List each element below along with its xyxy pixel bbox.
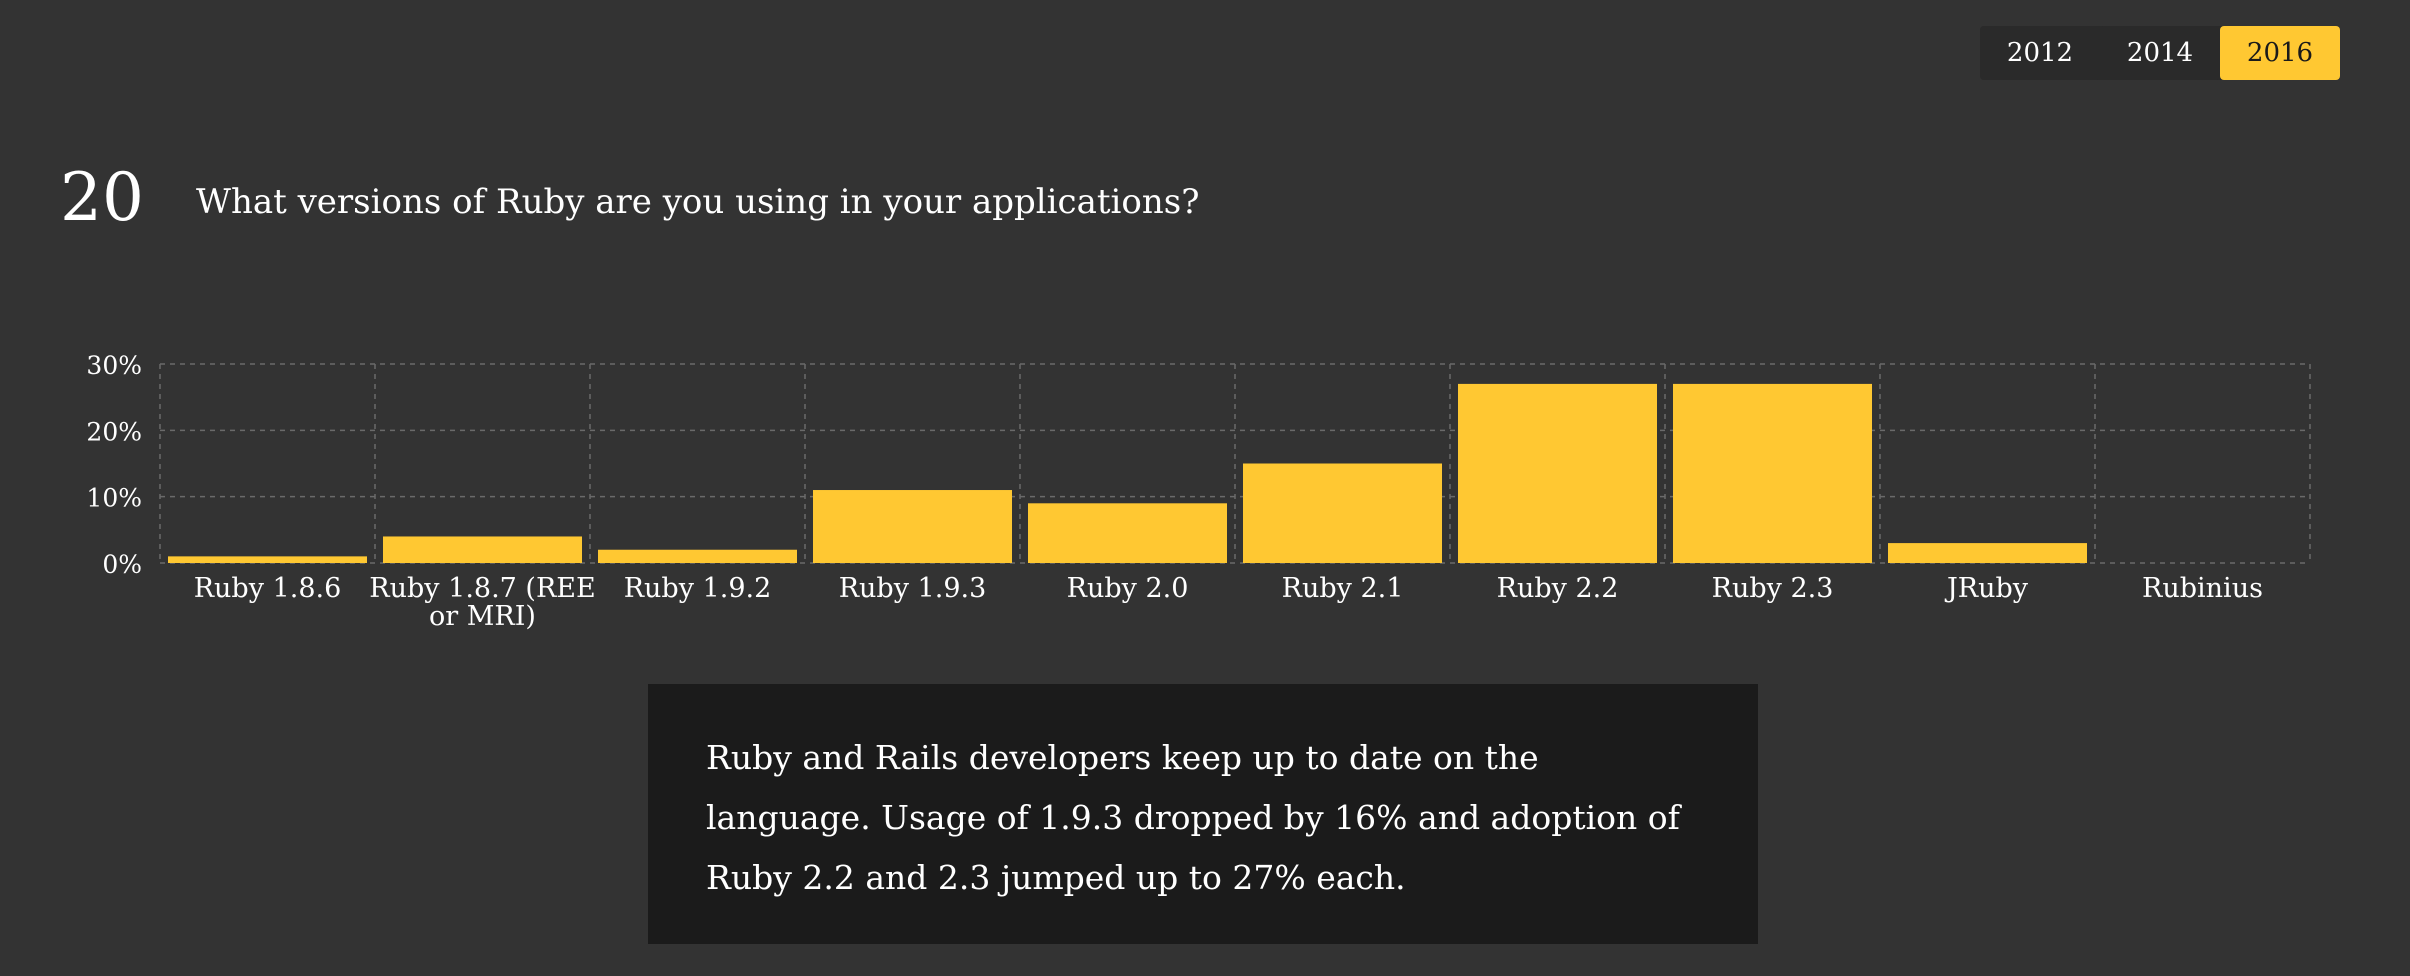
x-tick-label: Rubinius (2142, 573, 2263, 604)
x-tick-label: JRuby (1944, 573, 2029, 604)
x-tick-label: Ruby 2.2 (1497, 573, 1619, 604)
year-tab-2016[interactable]: 2016 (2220, 26, 2340, 80)
x-tick-label: Ruby 1.9.3 (839, 573, 987, 604)
bar-4[interactable] (1028, 503, 1227, 563)
y-tick-label: 20% (86, 417, 142, 446)
x-tick-label: Ruby 2.1 (1282, 573, 1404, 604)
bar-8[interactable] (1888, 543, 2087, 563)
question-number: 20 (60, 159, 144, 236)
x-tick-label: Ruby 1.9.2 (624, 573, 772, 604)
bar-1[interactable] (383, 536, 582, 563)
commentary-text: Ruby and Rails developers keep up to dat… (706, 738, 1680, 897)
x-tick-label: Ruby 1.8.7 (REE or MRI) (369, 573, 595, 632)
bar-5[interactable] (1243, 463, 1442, 564)
y-tick-label: 10% (86, 484, 142, 513)
question-title: What versions of Ruby are you using in y… (196, 182, 1200, 222)
bar-0[interactable] (168, 556, 367, 563)
commentary-box: Ruby and Rails developers keep up to dat… (648, 684, 1758, 944)
year-selector: 2012 2014 2016 (1980, 26, 2340, 80)
x-tick-label: Ruby 2.0 (1067, 573, 1189, 604)
bar-7[interactable] (1673, 383, 1872, 563)
y-tick-label: 0% (102, 550, 142, 579)
bar-3[interactable] (813, 490, 1012, 563)
bar-2[interactable] (598, 549, 797, 563)
bar-6[interactable] (1458, 383, 1657, 563)
x-tick-label: Ruby 1.8.6 (194, 573, 342, 604)
x-tick-label: Ruby 2.3 (1712, 573, 1834, 604)
y-tick-label: 30% (86, 351, 142, 380)
year-tab-2012[interactable]: 2012 (1980, 26, 2100, 80)
year-tab-2014[interactable]: 2014 (2100, 26, 2220, 80)
bar-chart: 0% 10% 20% 30% Ruby 1.8.6 Ruby 1.8.7 (REE or M… (86, 351, 2311, 632)
